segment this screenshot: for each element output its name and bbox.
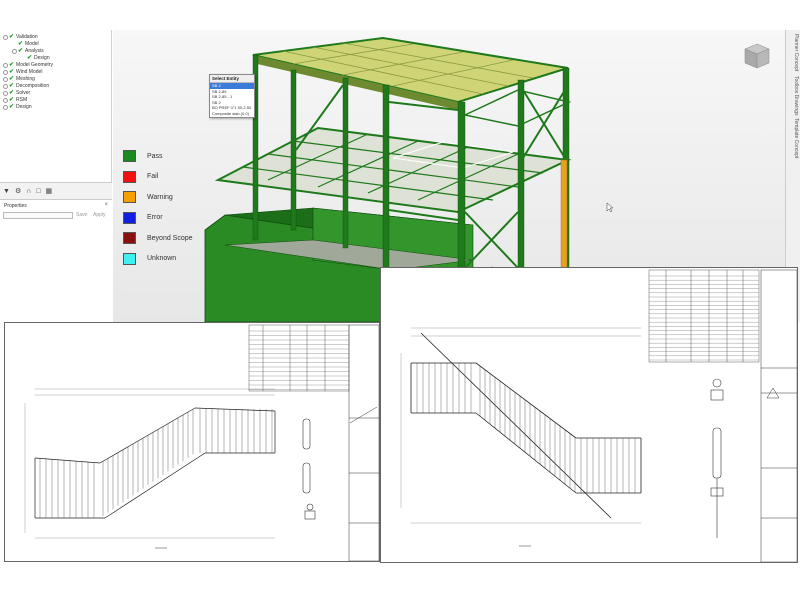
legend-label: Beyond Scope xyxy=(147,234,193,242)
tree-item[interactable]: ✔ Analysis xyxy=(12,48,44,55)
legend-label: Unknown xyxy=(147,255,177,262)
check-icon: ✔ xyxy=(9,69,15,75)
select-entity-list[interactable]: SB 2 SB 2-85 SB 2-85 - 1 SB 2 BO PREF 0"1 50… xyxy=(210,83,254,116)
tree-item-label: Wind Model xyxy=(16,69,43,75)
check-icon: ✔ xyxy=(18,41,24,47)
check-icon: ✔ xyxy=(9,90,15,96)
tree-item-label: Design xyxy=(16,104,32,110)
select-entity-title: Select Entity xyxy=(210,75,254,83)
legend-item: Pass xyxy=(123,150,163,162)
properties-filter-input[interactable] xyxy=(3,212,73,219)
expand-toggle-icon[interactable] xyxy=(3,84,8,89)
expand-toggle-icon[interactable] xyxy=(12,49,17,54)
stair-elevation-drawing xyxy=(24,324,379,561)
model-tree-panel: ✔ Validation ✔ Model ✔ Analysis ✔ Design ✔ Model … xyxy=(0,30,112,182)
tree-item[interactable]: ✔ Model Geometry xyxy=(3,62,53,69)
view-cube-icon[interactable] xyxy=(741,40,771,70)
tree-item-label: Meshing xyxy=(16,76,35,82)
check-icon: ✔ xyxy=(9,62,15,68)
vertical-tab[interactable]: Planner Concept xyxy=(789,34,799,71)
tree-item[interactable]: ✔ Wind Model xyxy=(3,69,42,76)
legend-swatch xyxy=(123,150,136,162)
check-icon: ✔ xyxy=(18,48,24,54)
tree-item[interactable]: ✔ Meshing xyxy=(3,76,35,83)
legend-swatch xyxy=(123,252,136,265)
legend-label: Warning xyxy=(147,193,173,201)
tree-item-label: Solver xyxy=(16,90,31,96)
panel-toolbar: ▼ ⚙ ∩ □ ▦ xyxy=(0,182,112,200)
expand-toggle-icon[interactable] xyxy=(3,70,8,75)
expand-toggle-icon[interactable] xyxy=(3,91,8,96)
save-button[interactable]: Save xyxy=(76,212,87,218)
tree-item-label: Design xyxy=(34,55,50,61)
vertical-tab[interactable]: Toolbox Drawings xyxy=(789,76,799,115)
legend-label: Error xyxy=(147,214,163,221)
check-icon: ✔ xyxy=(9,104,15,110)
apply-button[interactable]: Apply xyxy=(93,212,106,218)
select-entity-item[interactable]: Composite slab (0.0) xyxy=(210,111,254,117)
tree-item[interactable]: ✔ Model xyxy=(12,41,39,48)
properties-title: Properties xyxy=(4,203,27,209)
legend-item: Beyond Scope xyxy=(123,232,193,244)
legend-swatch xyxy=(123,191,136,203)
properties-panel: Properties × Save Apply xyxy=(0,200,112,322)
legend-item: Unknown xyxy=(123,252,177,265)
legend-swatch xyxy=(123,232,136,244)
check-icon: ✔ xyxy=(27,55,33,61)
expand-toggle-icon[interactable] xyxy=(3,63,8,68)
stair-elevation-drawing-detail xyxy=(400,269,797,562)
tree-item[interactable]: ✔ Decomposition xyxy=(3,83,49,90)
select-entity-popup[interactable]: Select Entity SB 2 SB 2-85 SB 2-85 - 1 SB 2… xyxy=(209,74,255,118)
tree-item[interactable]: ✔ Validation xyxy=(3,34,38,41)
tree-item-label: Model xyxy=(25,41,39,47)
expand-toggle-icon[interactable] xyxy=(3,77,8,82)
check-icon: ✔ xyxy=(9,76,15,82)
close-icon[interactable]: × xyxy=(104,202,108,208)
check-icon: ✔ xyxy=(9,83,15,89)
tree-item[interactable]: ✔ Design xyxy=(21,55,50,62)
tree-item-label: Analysis xyxy=(25,48,44,54)
legend-swatch xyxy=(123,170,136,183)
legend-swatch xyxy=(123,211,136,224)
check-icon: ✔ xyxy=(9,97,15,103)
tree-item-label: Validation xyxy=(16,34,38,40)
expand-toggle-icon[interactable] xyxy=(3,105,8,110)
filter-icon[interactable]: ▼ xyxy=(3,188,10,195)
gear-icon[interactable]: ⚙ xyxy=(15,187,21,195)
tree-item-label: Decomposition xyxy=(16,83,50,89)
check-icon: ✔ xyxy=(9,34,15,40)
legend-label: Pass xyxy=(147,152,163,160)
magnet-icon[interactable]: ∩ xyxy=(26,188,31,195)
vertical-tab[interactable]: Template Concept xyxy=(789,118,799,158)
tree-item[interactable]: ✔ Solver xyxy=(3,90,30,97)
legend-label: Fail xyxy=(147,173,159,180)
tree-item-label: Model Geometry xyxy=(16,62,53,68)
legend-item: Warning xyxy=(123,191,173,203)
tree-item[interactable]: ✔ RSM xyxy=(3,97,27,104)
legend-item: Fail xyxy=(123,170,159,183)
expand-toggle-icon[interactable] xyxy=(3,35,8,40)
stair-drawing-sheet-left[interactable] xyxy=(4,322,380,562)
stair-drawing-sheet-right[interactable] xyxy=(380,267,798,563)
expand-toggle-icon[interactable] xyxy=(3,98,8,103)
select-entity-item[interactable]: BO PREF 0"1 50-2.50 xyxy=(210,105,254,111)
lock-icon[interactable]: □ xyxy=(36,188,40,195)
tree-item-label: RSM xyxy=(16,97,28,103)
legend-item: Error xyxy=(123,211,163,224)
table-icon[interactable]: ▦ xyxy=(45,187,52,195)
tree-item[interactable]: ✔ Design xyxy=(3,104,32,111)
